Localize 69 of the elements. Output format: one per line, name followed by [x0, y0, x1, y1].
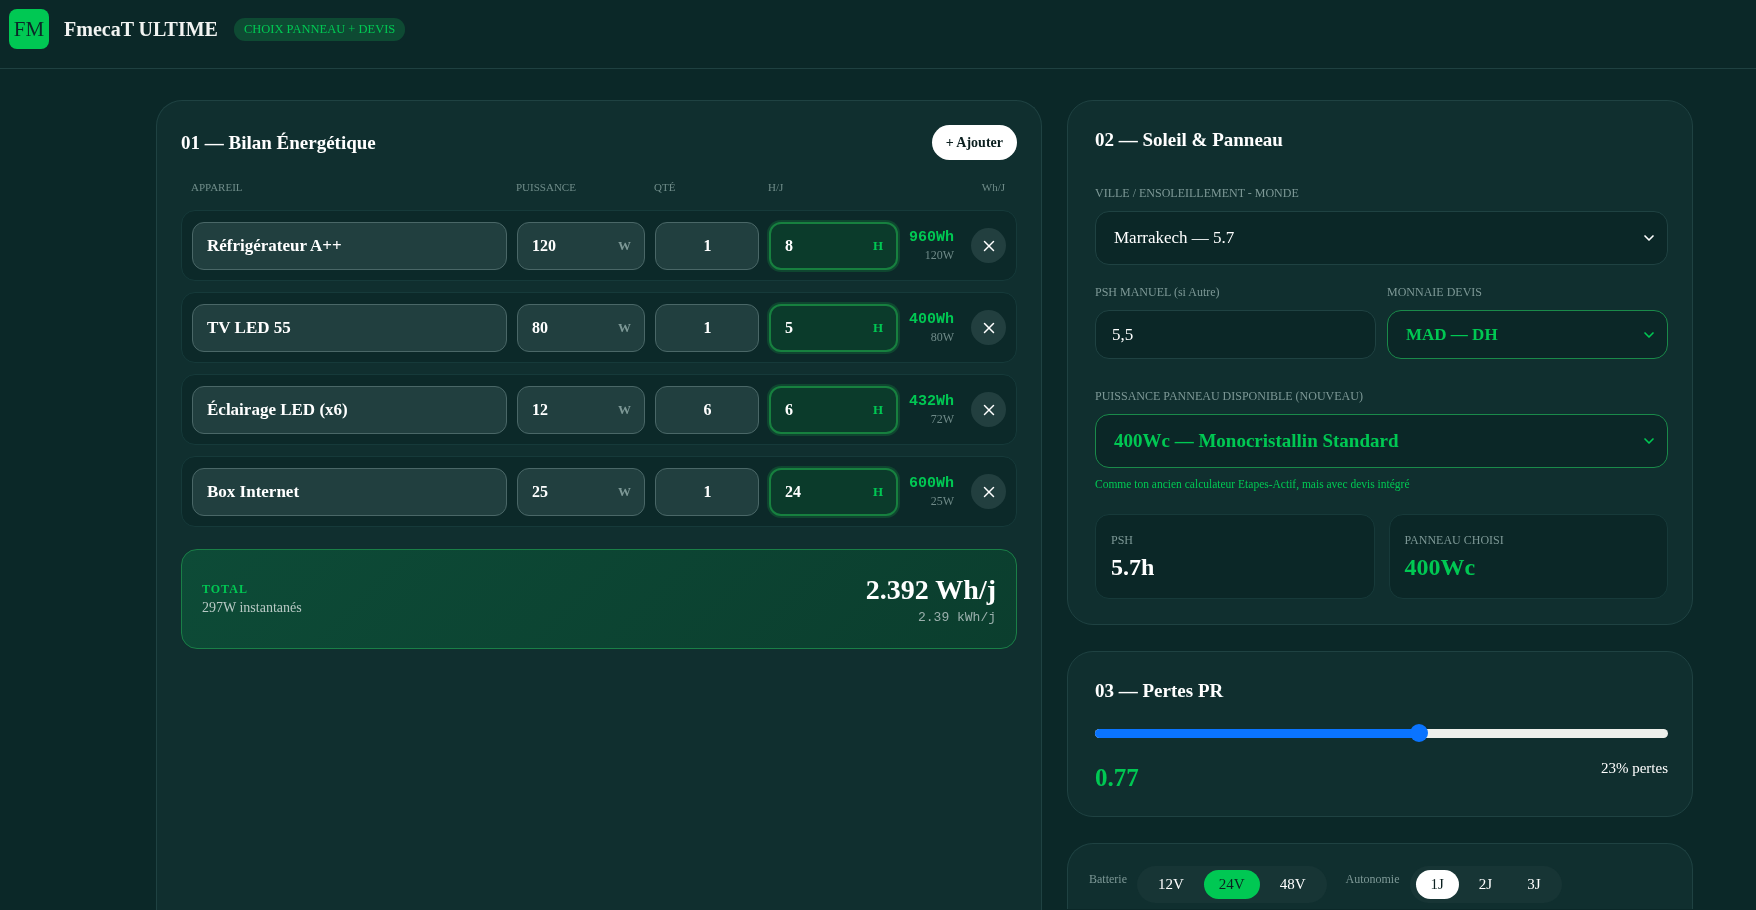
hours-field[interactable]: 5 H — [769, 303, 898, 352]
quantity-field[interactable]: 1 — [655, 221, 759, 270]
appliance-name-field[interactable]: TV LED 55 — [192, 303, 507, 352]
option-button[interactable]: 48V — [1264, 870, 1321, 899]
appliance-load: 25W — [930, 493, 954, 509]
field-label: PSH MANUEL (si Autre) — [1095, 285, 1221, 300]
app-title: FmecaT ULTIME — [64, 17, 218, 41]
power-field[interactable]: 80 W — [517, 303, 645, 352]
quantity-field[interactable]: 6 — [655, 385, 759, 434]
delete-button[interactable] — [971, 228, 1006, 263]
appliance-name-field[interactable]: Box Internet — [192, 467, 507, 516]
option-button[interactable]: 24V — [1203, 870, 1260, 899]
field-label: VILLE / ENSOLEILLEMENT - MONDE — [1095, 186, 1300, 201]
stat-label: PANNEAU CHOISI — [1404, 532, 1505, 548]
delete-button[interactable] — [971, 474, 1006, 509]
panel-note: Comme ton ancien calculateur Etapes-Actif, mais avec devis intégré — [1095, 478, 1411, 490]
field-label: PUISSANCE PANNEAU DISPONIBLE (NOUVEAU) — [1095, 389, 1364, 404]
daily-energy: 600Wh — [909, 474, 954, 492]
column-header: H/J — [768, 181, 784, 193]
quantity-field[interactable]: 1 — [655, 303, 759, 352]
pr-slider[interactable] — [1095, 724, 1668, 742]
option-button[interactable]: 3J — [1512, 870, 1556, 899]
power-field[interactable]: 12 W — [517, 385, 645, 434]
appliance-name-field[interactable]: Éclairage LED (x6) — [192, 385, 507, 434]
add-button[interactable]: + Ajouter — [931, 125, 1017, 160]
city-select[interactable]: Marrakech — 5.7 — [1095, 211, 1668, 265]
power-field[interactable]: 25 W — [517, 467, 645, 516]
total-kwh: 2.39 kWh/j — [918, 609, 996, 625]
slider-thumb[interactable] — [1409, 724, 1428, 742]
column-header: PUISSANCE — [516, 181, 576, 193]
group-label: Batterie — [1089, 872, 1127, 887]
daily-energy: 432Wh — [909, 392, 954, 410]
mode-badge: CHOIX PANNEAU + DEVIS — [233, 17, 406, 41]
column-header: QTÉ — [654, 181, 676, 193]
option-button[interactable]: 1J — [1415, 870, 1459, 899]
power-field[interactable]: 120 W — [517, 221, 645, 270]
stat-value: 5.7h — [1111, 553, 1156, 581]
daily-energy: 960Wh — [909, 228, 954, 246]
pr-value: 0.77 — [1095, 764, 1139, 792]
instant-power: 297W instantanés — [202, 600, 302, 616]
panel-select[interactable]: 400Wc — Monocristallin Standard — [1095, 414, 1668, 468]
total-value: 2.392 Wh/j — [865, 573, 996, 606]
column-header: Wh/J — [981, 181, 1005, 193]
appliance-load: 72W — [930, 411, 954, 427]
field-label: MONNAIE DEVIS — [1387, 285, 1483, 300]
appliance-name-field[interactable]: Réfrigérateur A++ — [192, 221, 507, 270]
currency-select[interactable]: MAD — DH — [1387, 310, 1668, 359]
appliance-load: 80W — [930, 329, 954, 345]
delete-button[interactable] — [971, 392, 1006, 427]
delete-button[interactable] — [971, 310, 1006, 345]
option-button[interactable]: 2J — [1463, 870, 1508, 899]
column-header: APPAREIL — [191, 181, 243, 193]
option-button[interactable]: 12V — [1143, 870, 1199, 899]
section-title: 02 — Soleil & Panneau — [1095, 129, 1284, 151]
total-label: TOTAL — [202, 582, 249, 597]
appliance-load: 120W — [924, 247, 954, 263]
quantity-field[interactable]: 1 — [655, 467, 759, 516]
section-title: 03 — Pertes PR — [1095, 680, 1225, 702]
stat-value: 400Wc — [1404, 553, 1477, 581]
hours-field[interactable]: 24 H — [769, 467, 898, 516]
loss-reading: 23% pertes — [1600, 760, 1668, 777]
section-title: 01 — Bilan Énergétique — [181, 131, 376, 154]
hours-field[interactable]: 6 H — [769, 385, 898, 434]
app-logo: FM — [9, 9, 49, 49]
stat-label: PSH — [1111, 532, 1134, 548]
daily-energy: 400Wh — [909, 310, 954, 328]
psh-input-field[interactable]: 5,5 — [1095, 310, 1376, 359]
group-label: Autonomie — [1345, 872, 1400, 887]
hours-field[interactable]: 8 H — [769, 221, 898, 270]
